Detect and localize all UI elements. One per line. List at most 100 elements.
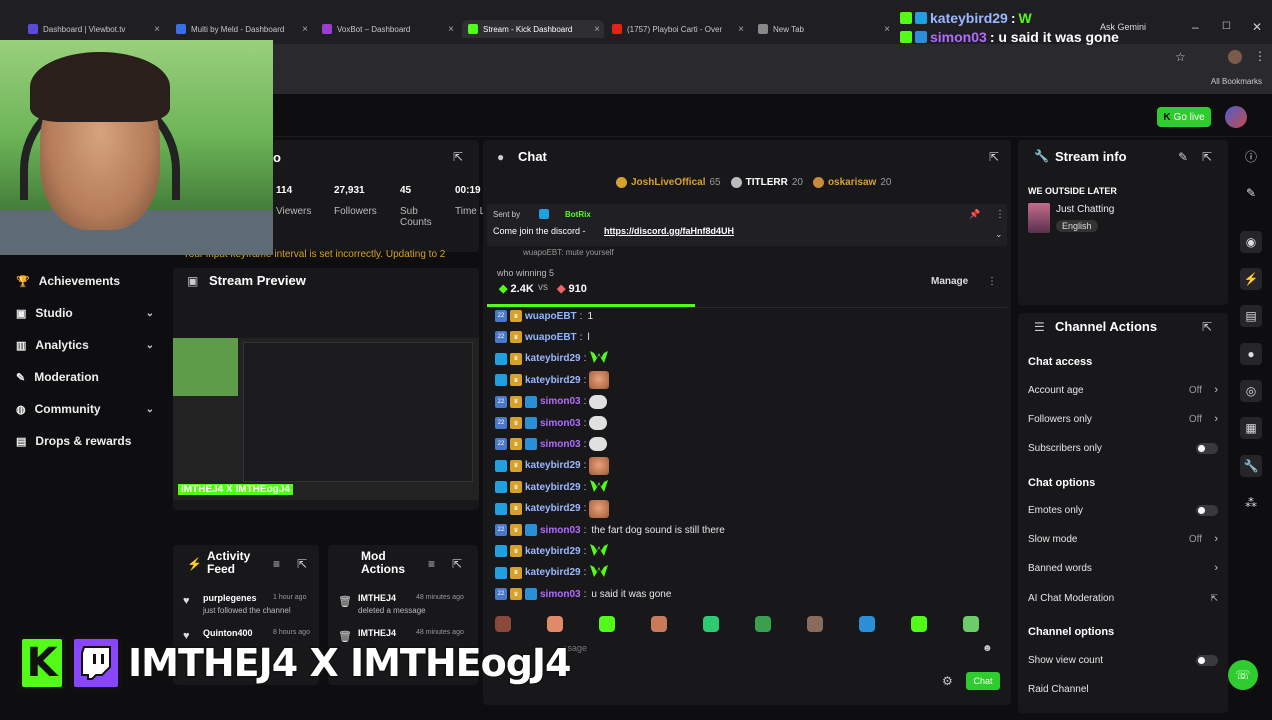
document-icon[interactable]: ▤ bbox=[1240, 305, 1262, 327]
camera-icon[interactable]: ◉ bbox=[1240, 231, 1262, 253]
star-icon[interactable]: ☆ bbox=[1175, 50, 1186, 64]
chat-colon: : bbox=[583, 567, 587, 579]
chevron-down-icon[interactable]: ⌄ bbox=[146, 404, 154, 415]
close-tab-icon[interactable]: × bbox=[154, 24, 160, 35]
filter-icon[interactable]: ≡ bbox=[273, 557, 280, 571]
user-avatar[interactable] bbox=[1225, 106, 1247, 128]
emote-picker-icon[interactable] bbox=[911, 616, 927, 632]
sidebar-item[interactable]: ◍ Community ⌄ bbox=[0, 393, 170, 425]
pinned-menu-icon[interactable]: ⋮ bbox=[995, 209, 1005, 220]
emote-picker-icon[interactable] bbox=[859, 616, 875, 632]
tab-favicon-icon bbox=[28, 24, 38, 34]
chat-username[interactable]: kateybird29 bbox=[525, 460, 581, 471]
emote-picker-icon[interactable] bbox=[807, 616, 823, 632]
sidebar-item[interactable]: ▥ Analytics ⌄ bbox=[0, 329, 170, 361]
popout-icon[interactable]: ⇱ bbox=[989, 150, 999, 164]
close-tab-icon[interactable]: × bbox=[884, 24, 890, 35]
all-bookmarks[interactable]: All Bookmarks bbox=[1211, 77, 1262, 86]
close-tab-icon[interactable]: × bbox=[594, 24, 600, 35]
stream-preview-video[interactable]: IMTHEJ4 X IMTHEogJ4 bbox=[173, 338, 479, 500]
chat-username[interactable]: wuapoEBT bbox=[525, 332, 577, 343]
browser-tab[interactable]: Multi by Meld - Dashboard × bbox=[170, 20, 312, 38]
close-tab-icon[interactable]: × bbox=[738, 24, 744, 35]
leaderboard-entry[interactable]: TITLERR 20 bbox=[730, 177, 803, 188]
layout-icon[interactable]: ▦ bbox=[1240, 417, 1262, 439]
sidebar-item[interactable]: ▣ Studio ⌄ bbox=[0, 297, 170, 329]
leaderboard-entry[interactable]: JoshLiveOffical 65 bbox=[616, 177, 721, 188]
chat-username[interactable]: simon03 bbox=[540, 439, 581, 450]
pin-icon[interactable]: 📌 bbox=[969, 209, 980, 220]
share-icon[interactable]: ⁂ bbox=[1240, 492, 1262, 514]
profile-avatar-icon[interactable] bbox=[1228, 50, 1242, 64]
chat-bubble-icon[interactable]: ● bbox=[1240, 343, 1262, 365]
banned-words-row[interactable]: Banned words › bbox=[1028, 558, 1218, 578]
sidebar-item[interactable]: ▤ Drops & rewards bbox=[0, 425, 170, 457]
emote-picker-icon[interactable] bbox=[703, 616, 719, 632]
sidebar-item[interactable]: ✎ Moderation bbox=[0, 361, 170, 393]
chat-username[interactable]: simon03 bbox=[540, 418, 581, 429]
browser-tab[interactable]: VoxBot – Dashboard × bbox=[316, 20, 458, 38]
leaderboard-entry[interactable]: oskarisaw 20 bbox=[812, 177, 891, 188]
go-live-button[interactable]: K Go live bbox=[1157, 107, 1211, 127]
pencil-icon[interactable]: ✎ bbox=[1240, 182, 1262, 204]
feed-user[interactable]: purplegenes bbox=[203, 593, 257, 603]
browser-tab[interactable]: Dashboard | Viewbot.tv × bbox=[22, 20, 164, 38]
popout-icon[interactable]: ⇱ bbox=[1202, 320, 1212, 334]
poll-vs: vs bbox=[538, 282, 548, 293]
info-icon[interactable]: ⓘ bbox=[1240, 145, 1262, 167]
emote-picker-icon[interactable] bbox=[599, 616, 615, 632]
emote-picker-icon[interactable] bbox=[651, 616, 667, 632]
chat-send-button[interactable]: Chat bbox=[966, 672, 1000, 690]
browser-tab[interactable]: (1757) Playboi Carti - Over × bbox=[606, 20, 748, 38]
emote-picker-icon[interactable] bbox=[755, 616, 771, 632]
chat-username[interactable]: kateybird29 bbox=[525, 546, 581, 557]
followers-only-row[interactable]: Followers only Off › bbox=[1028, 409, 1218, 429]
tab-label: VoxBot – Dashboard bbox=[337, 24, 411, 34]
account-age-row[interactable]: Account age Off › bbox=[1028, 380, 1218, 400]
chat-username[interactable]: simon03 bbox=[540, 525, 581, 536]
close-tab-icon[interactable]: × bbox=[302, 24, 308, 35]
chat-username[interactable]: simon03 bbox=[540, 589, 581, 600]
browser-tab[interactable]: New Tab × bbox=[752, 20, 894, 38]
poll-menu-icon[interactable]: ⋮ bbox=[987, 276, 997, 287]
popout-icon[interactable]: ⇱ bbox=[452, 557, 462, 571]
maximize-icon[interactable]: ☐ bbox=[1222, 21, 1231, 32]
close-tab-icon[interactable]: × bbox=[448, 24, 454, 35]
filter-icon[interactable]: ≡ bbox=[428, 557, 435, 571]
emoji-icon[interactable]: ☻ bbox=[982, 643, 993, 654]
edit-icon[interactable]: ✎ bbox=[1178, 150, 1188, 164]
emotes-only-toggle[interactable] bbox=[1196, 504, 1218, 516]
show-view-count-toggle[interactable] bbox=[1196, 654, 1218, 666]
minimize-icon[interactable]: – bbox=[1192, 20, 1199, 34]
menu-dots-icon[interactable]: ⋮ bbox=[1254, 49, 1266, 63]
tool-icon[interactable]: 🔧 bbox=[1240, 455, 1262, 477]
support-chat-button[interactable]: ☏ bbox=[1228, 660, 1258, 690]
chat-username[interactable]: kateybird29 bbox=[525, 482, 581, 493]
feed-user[interactable]: IMTHEJ4 bbox=[358, 593, 396, 603]
poll-manage-button[interactable]: Manage bbox=[931, 276, 968, 287]
close-window-icon[interactable]: ✕ bbox=[1252, 20, 1262, 34]
emote-picker-icon[interactable] bbox=[963, 616, 979, 632]
chat-username[interactable]: wuapoEBT bbox=[525, 311, 577, 322]
chat-settings-icon[interactable]: ⚙ bbox=[942, 674, 953, 688]
chat-username[interactable]: kateybird29 bbox=[525, 567, 581, 578]
popout-icon[interactable]: ⇱ bbox=[1202, 150, 1212, 164]
chevron-down-icon[interactable]: ⌄ bbox=[995, 229, 1003, 240]
raid-channel-row[interactable]: Raid Channel bbox=[1028, 679, 1218, 699]
browser-tab[interactable]: Stream - Kick Dashboard × bbox=[462, 20, 604, 38]
bolt-icon[interactable]: ⚡ bbox=[1240, 268, 1262, 290]
chevron-down-icon[interactable]: ⌄ bbox=[146, 340, 154, 351]
chat-username[interactable]: kateybird29 bbox=[525, 353, 581, 364]
pinned-link[interactable]: https://discord.gg/faHnf8d4UH bbox=[604, 226, 734, 236]
sidebar-item[interactable]: 🏆 Achievements bbox=[0, 265, 170, 297]
chat-username[interactable]: kateybird29 bbox=[525, 503, 581, 514]
chevron-down-icon[interactable]: ⌄ bbox=[146, 308, 154, 319]
popout-icon[interactable]: ⇱ bbox=[453, 150, 463, 164]
popout-icon[interactable]: ⇱ bbox=[297, 557, 307, 571]
subscribers-only-toggle[interactable] bbox=[1196, 442, 1218, 454]
chat-username[interactable]: simon03 bbox=[540, 396, 581, 407]
slow-mode-row[interactable]: Slow mode Off › bbox=[1028, 529, 1218, 549]
broadcast-icon[interactable]: ◎ bbox=[1240, 380, 1262, 402]
ai-moderation-row[interactable]: AI Chat Moderation ⇱ bbox=[1028, 588, 1218, 608]
chat-username[interactable]: kateybird29 bbox=[525, 375, 581, 386]
